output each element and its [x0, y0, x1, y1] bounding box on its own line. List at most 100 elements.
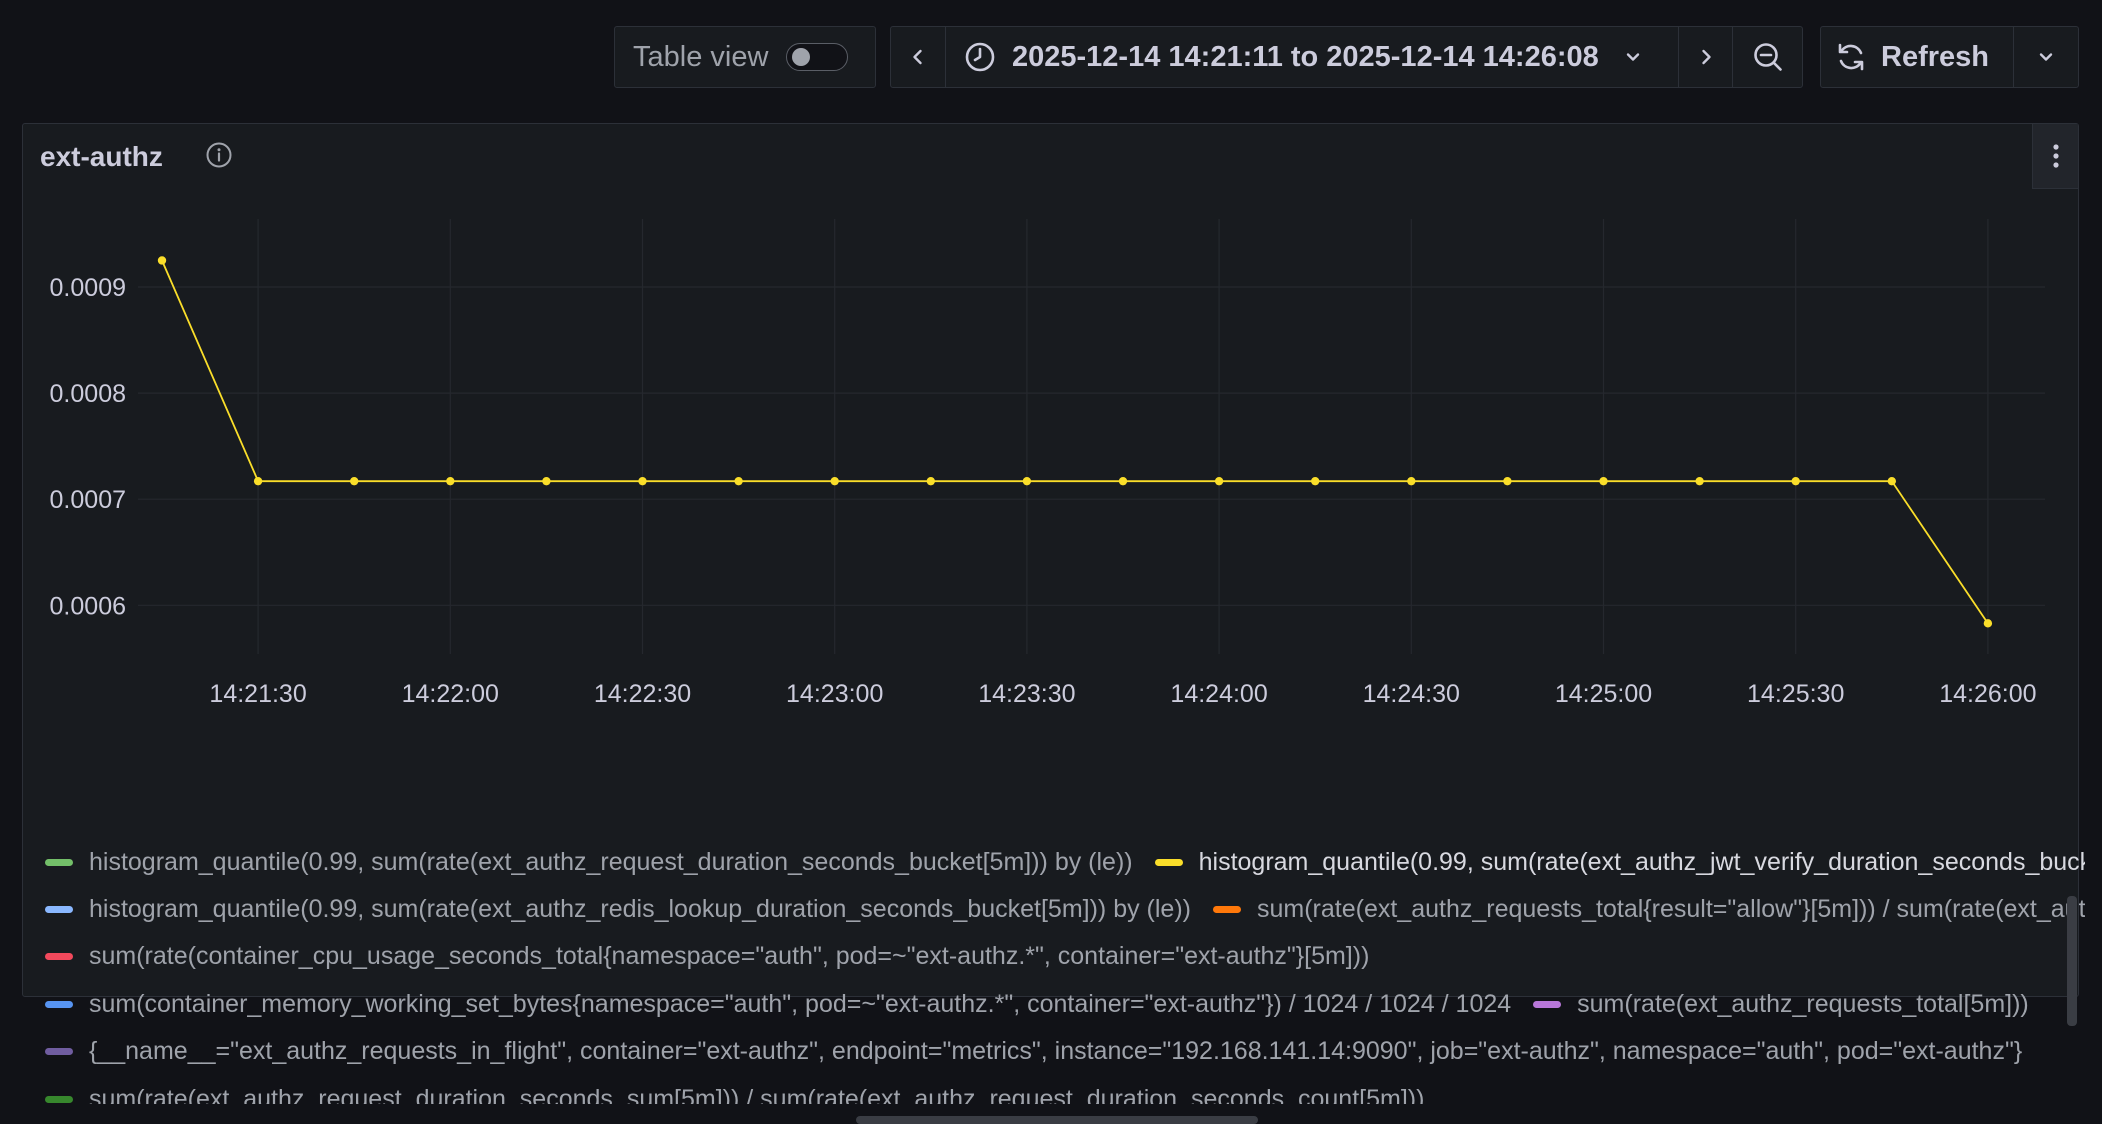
- data-point[interactable]: [446, 476, 455, 486]
- legend-row: {__name__="ext_authz_requests_in_flight"…: [45, 1036, 2022, 1068]
- dashboard-toolbar: Table view 2025-12-14 14:21:11 to 2025-1…: [0, 26, 2102, 90]
- data-point[interactable]: [1407, 476, 1416, 486]
- refresh-interval-dropdown[interactable]: [2013, 27, 2078, 87]
- chevron-right-icon: [1701, 49, 1711, 65]
- y-tick-label: 0.0009: [50, 274, 126, 302]
- data-point[interactable]: [1887, 476, 1897, 486]
- time-range-back-button[interactable]: [891, 27, 945, 87]
- legend-series-name[interactable]: sum(rate(ext_authz_requests_total[5m])): [1577, 990, 2029, 1019]
- chart-grid: [138, 219, 2045, 654]
- legend-color-swatch[interactable]: [1533, 1000, 1562, 1008]
- data-point[interactable]: [926, 476, 935, 486]
- time-range-from: 2025-12-14 14:21:11: [1012, 40, 1283, 73]
- x-tick-label: 14:25:00: [1555, 680, 1652, 708]
- x-tick-label: 14:22:30: [594, 680, 691, 708]
- chevron-down-icon: [1626, 53, 1639, 61]
- time-range-picker-button[interactable]: 2025-12-14 14:21:11 to 2025-12-14 14:26:…: [945, 27, 1678, 87]
- data-point[interactable]: [542, 476, 551, 486]
- legend-color-swatch[interactable]: [45, 858, 73, 866]
- legend-item[interactable]: histogram_quantile(0.99, sum(rate(ext_au…: [45, 848, 1133, 877]
- legend-color-swatch[interactable]: [45, 1000, 73, 1008]
- legend-item[interactable]: sum(rate(ext_authz_request_duration_seco…: [45, 1085, 1424, 1105]
- legend-series-name[interactable]: sum(rate(container_cpu_usage_seconds_tot…: [89, 942, 1369, 971]
- x-tick-label: 14:23:30: [978, 680, 1075, 708]
- data-point[interactable]: [734, 476, 743, 486]
- chevron-down-icon: [2039, 53, 2053, 61]
- y-tick-label: 0.0007: [50, 486, 126, 514]
- series-layer: [157, 256, 1993, 628]
- clock-icon: [965, 42, 995, 72]
- data-point[interactable]: [350, 476, 359, 486]
- legend-item[interactable]: histogram_quantile(0.99, sum(rate(ext_au…: [45, 895, 1191, 924]
- legend-row: sum(container_memory_working_set_bytes{n…: [45, 988, 2029, 1020]
- legend-row: sum(rate(ext_authz_request_duration_seco…: [45, 1083, 1424, 1104]
- zoom-out-icon: [1753, 43, 1782, 71]
- legend-item[interactable]: sum(rate(container_cpu_usage_seconds_tot…: [45, 942, 1369, 971]
- refresh-icon: [1838, 43, 1864, 71]
- data-point[interactable]: [1118, 476, 1128, 486]
- x-tick-label: 14:22:00: [402, 680, 499, 708]
- data-point[interactable]: [1311, 476, 1320, 486]
- time-range-to: 2025-12-14 14:26:08: [1326, 40, 1599, 73]
- x-tick-label: 14:23:00: [786, 680, 883, 708]
- data-point[interactable]: [1791, 476, 1800, 486]
- legend-vertical-scrollbar[interactable]: [2065, 836, 2079, 1028]
- switch-knob: [792, 48, 811, 66]
- x-tick-label: 14:21:30: [209, 680, 306, 708]
- data-point[interactable]: [157, 256, 167, 265]
- legend-series-name[interactable]: histogram_quantile(0.99, sum(rate(ext_au…: [89, 848, 1133, 877]
- legend-item[interactable]: sum(container_memory_working_set_bytes{n…: [45, 990, 1511, 1019]
- refresh-group: Refresh: [1820, 26, 2079, 88]
- data-point[interactable]: [830, 476, 839, 486]
- legend-series-name[interactable]: histogram_quantile(0.99, sum(rate(ext_au…: [1199, 848, 2085, 877]
- time-picker-group: 2025-12-14 14:21:11 to 2025-12-14 14:26:…: [890, 26, 1803, 88]
- table-view-toggle[interactable]: Table view: [614, 26, 876, 88]
- legend-horizontal-scrollbar[interactable]: [856, 1116, 1258, 1124]
- time-series-panel: ext-authz 0.0009 0.0008 0.0007 0.0006 14:21…: [22, 123, 2085, 1124]
- y-tick-label: 0.0006: [50, 592, 126, 620]
- data-point[interactable]: [1695, 476, 1704, 486]
- time-series-chart[interactable]: 0.0009 0.0008 0.0007 0.0006 14:21:30 14:22:0…: [23, 124, 2078, 844]
- x-tick-label: 14:24:00: [1170, 680, 1267, 708]
- data-point[interactable]: [1022, 476, 1032, 486]
- legend-series-name[interactable]: sum(rate(ext_authz_request_duration_seco…: [89, 1085, 1424, 1105]
- legend-item[interactable]: {__name__="ext_authz_requests_in_flight"…: [45, 1037, 2022, 1066]
- legend-color-swatch[interactable]: [45, 953, 73, 961]
- legend-color-swatch[interactable]: [45, 1048, 73, 1056]
- y-axis: 0.0009 0.0008 0.0007 0.0006: [50, 274, 126, 620]
- legend-series-name[interactable]: histogram_quantile(0.99, sum(rate(ext_au…: [89, 895, 1191, 924]
- x-tick-label: 14:24:30: [1363, 680, 1460, 708]
- x-tick-label: 14:26:00: [1939, 680, 2036, 708]
- data-point[interactable]: [1503, 476, 1512, 486]
- legend-item[interactable]: sum(rate(ext_authz_requests_total[5m])): [1533, 990, 2029, 1019]
- scrollbar-thumb[interactable]: [2067, 896, 2077, 1026]
- legend-row: histogram_quantile(0.99, sum(rate(ext_au…: [45, 846, 2085, 878]
- legend-row: sum(rate(container_cpu_usage_seconds_tot…: [45, 941, 1369, 973]
- legend-item[interactable]: sum(rate(ext_authz_requests_total{result…: [1212, 895, 2085, 924]
- data-point[interactable]: [1983, 619, 1993, 628]
- data-point[interactable]: [1599, 476, 1608, 486]
- time-range-forward-button[interactable]: [1678, 27, 1732, 87]
- legend-series-name[interactable]: {__name__="ext_authz_requests_in_flight"…: [89, 1037, 2022, 1066]
- data-point[interactable]: [253, 476, 263, 486]
- chevron-left-icon: [913, 49, 922, 65]
- data-point[interactable]: [1214, 476, 1224, 486]
- chart-legend: histogram_quantile(0.99, sum(rate(ext_au…: [45, 846, 2085, 1104]
- x-tick-label: 14:25:30: [1747, 680, 1844, 708]
- zoom-out-button[interactable]: [1732, 27, 1802, 87]
- legend-color-swatch[interactable]: [1154, 858, 1183, 866]
- legend-color-swatch[interactable]: [45, 1095, 73, 1103]
- legend-series-name[interactable]: sum(rate(ext_authz_requests_total{result…: [1257, 895, 2085, 924]
- series-line[interactable]: [161, 260, 1989, 624]
- data-point[interactable]: [638, 476, 647, 486]
- legend-series-name[interactable]: sum(container_memory_working_set_bytes{n…: [89, 990, 1511, 1019]
- refresh-button[interactable]: Refresh: [1821, 27, 2013, 87]
- y-tick-label: 0.0008: [50, 380, 126, 408]
- legend-row: histogram_quantile(0.99, sum(rate(ext_au…: [45, 893, 2085, 925]
- table-view-switch[interactable]: [786, 43, 849, 71]
- legend-color-swatch[interactable]: [1212, 905, 1241, 913]
- x-axis: 14:21:30 14:22:00 14:22:30 14:23:00 14:23:30…: [209, 680, 2036, 708]
- table-view-label: Table view: [633, 40, 769, 73]
- legend-item[interactable]: histogram_quantile(0.99, sum(rate(ext_au…: [1154, 848, 2085, 877]
- legend-color-swatch[interactable]: [45, 905, 73, 913]
